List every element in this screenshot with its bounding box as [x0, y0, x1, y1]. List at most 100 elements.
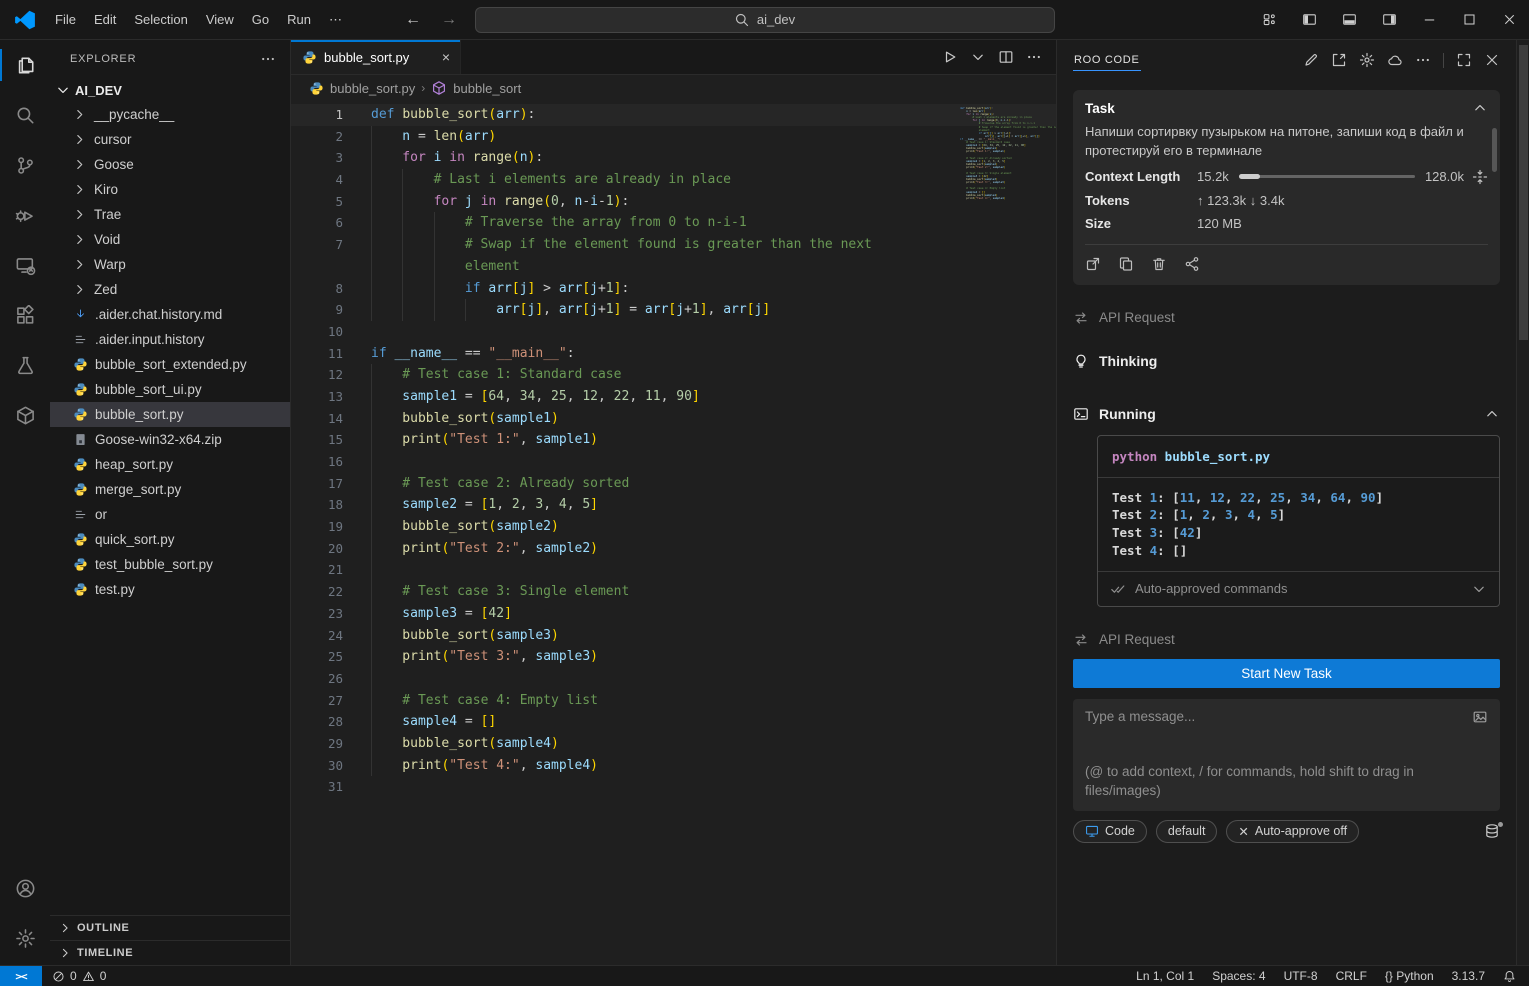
cloud-icon[interactable]	[1387, 52, 1403, 68]
activity-remote-explorer[interactable]	[0, 240, 50, 290]
minimize-icon[interactable]	[1409, 0, 1449, 39]
copy-icon[interactable]	[1118, 256, 1134, 272]
panel-scrollbar[interactable]	[1516, 40, 1529, 965]
forward-arrow-icon[interactable]: →	[441, 11, 457, 29]
bell-icon[interactable]	[1503, 970, 1516, 983]
tree-item-trae[interactable]: Trae	[50, 202, 290, 227]
tree-item-cursor[interactable]: cursor	[50, 127, 290, 152]
code-line[interactable]: 27# Test case 4: Empty list	[291, 690, 1056, 712]
code-line[interactable]: 16	[291, 451, 1056, 473]
attach-image-icon[interactable]	[1472, 709, 1488, 725]
menu-selection[interactable]: Selection	[125, 8, 196, 31]
code-line[interactable]: 29bubble_sort(sample4)	[291, 733, 1056, 755]
more-menu-icon[interactable]: ⋯	[320, 8, 351, 32]
maximize-icon[interactable]	[1449, 0, 1489, 39]
profile-selector[interactable]: default	[1156, 820, 1218, 843]
tree-item-heap-sort-py[interactable]: heap_sort.py	[50, 452, 290, 477]
editor-more-icon[interactable]	[1026, 49, 1042, 65]
chevron-down-icon[interactable]	[1471, 581, 1487, 597]
activity-settings[interactable]	[0, 913, 50, 963]
code-line[interactable]: 8if arr[j] > arr[j+1]:	[291, 278, 1056, 300]
code-line[interactable]: 9arr[j], arr[j+1] = arr[j+1], arr[j]	[291, 299, 1056, 321]
toggle-sidebar-icon[interactable]	[1289, 0, 1329, 39]
tree-item-warp[interactable]: Warp	[50, 252, 290, 277]
explorer-more-icon[interactable]	[260, 51, 276, 67]
collapse-task-icon[interactable]	[1472, 100, 1488, 116]
thinking-row[interactable]: Thinking	[1073, 353, 1500, 369]
sidebar-panel-timeline[interactable]: TIMELINE	[50, 940, 290, 965]
activity-run-debug[interactable]	[0, 190, 50, 240]
minimap[interactable]: def bubble_sort(arr): n = len(arr) for i…	[960, 107, 1040, 200]
status-item--python[interactable]: {} Python	[1385, 969, 1434, 983]
tree-item--aider-chat-history-md[interactable]: .aider.chat.history.md	[50, 302, 290, 327]
code-line[interactable]: 7# Swap if the element found is greater …	[291, 234, 1056, 256]
close-window-icon[interactable]	[1489, 0, 1529, 39]
menu-file[interactable]: File	[46, 8, 85, 31]
code-line[interactable]: 19bubble_sort(sample2)	[291, 516, 1056, 538]
more-icon[interactable]	[1415, 52, 1431, 68]
status-item-3-13-7[interactable]: 3.13.7	[1452, 969, 1485, 983]
tree-item-bubble-sort-py[interactable]: bubble_sort.py	[50, 402, 290, 427]
activity-extensions[interactable]	[0, 290, 50, 340]
start-new-task-button[interactable]: Start New Task	[1073, 659, 1500, 688]
message-input[interactable]: Type a message... (@ to add context, / f…	[1073, 699, 1500, 811]
status-item-ln-1-col-1[interactable]: Ln 1, Col 1	[1136, 969, 1194, 983]
code-line[interactable]: 17# Test case 2: Already sorted	[291, 473, 1056, 495]
close-icon[interactable]	[1484, 52, 1500, 68]
problems-indicator[interactable]: 0 0	[42, 969, 106, 983]
activity-accounts[interactable]	[0, 863, 50, 913]
condense-context-icon[interactable]	[1472, 169, 1488, 185]
tree-item-quick-sort-py[interactable]: quick_sort.py	[50, 527, 290, 552]
code-line[interactable]: 25print("Test 3:", sample3)	[291, 646, 1056, 668]
status-item-spaces-4[interactable]: Spaces: 4	[1212, 969, 1265, 983]
share-icon[interactable]	[1184, 256, 1200, 272]
code-line[interactable]: 26	[291, 668, 1056, 690]
activity-testing[interactable]	[0, 340, 50, 390]
code-line[interactable]: 10	[291, 321, 1056, 343]
menu-edit[interactable]: Edit	[85, 8, 125, 31]
remote-indicator[interactable]: ><	[0, 966, 42, 986]
code-line[interactable]: 31	[291, 776, 1056, 798]
code-line[interactable]: 30print("Test 4:", sample4)	[291, 755, 1056, 777]
breadcrumb-file[interactable]: bubble_sort.py	[330, 81, 415, 96]
menu-run[interactable]: Run	[278, 8, 320, 31]
activity-explorer[interactable]	[0, 40, 50, 90]
marketplace-icon[interactable]	[1331, 52, 1347, 68]
api-request-row-2[interactable]: API Request	[1073, 632, 1500, 648]
toggle-secondary-sidebar-icon[interactable]	[1369, 0, 1409, 39]
close-tab-icon[interactable]: ×	[442, 49, 450, 65]
customize-layout-icon[interactable]	[1249, 0, 1289, 39]
collapse-running-icon[interactable]	[1484, 406, 1500, 422]
tree-root-ai-dev[interactable]: AI_DEV	[50, 78, 290, 102]
tree-item-zed[interactable]: Zed	[50, 277, 290, 302]
run-button[interactable]	[942, 49, 958, 65]
mode-selector[interactable]: Code	[1073, 820, 1147, 843]
tree-item--pycache-[interactable]: __pycache__	[50, 102, 290, 127]
code-line[interactable]: 2n = len(arr)	[291, 126, 1056, 148]
auto-approved-row[interactable]: Auto-approved commands	[1098, 572, 1499, 606]
code-line[interactable]: 20print("Test 2:", sample2)	[291, 538, 1056, 560]
edit-icon[interactable]	[1303, 52, 1319, 68]
toggle-panel-icon[interactable]	[1329, 0, 1369, 39]
tree-item--aider-input-history[interactable]: .aider.input.history	[50, 327, 290, 352]
back-arrow-icon[interactable]: ←	[405, 11, 421, 29]
tree-item-merge-sort-py[interactable]: merge_sort.py	[50, 477, 290, 502]
code-line[interactable]: 12# Test case 1: Standard case	[291, 364, 1056, 386]
tree-item-or[interactable]: or	[50, 502, 290, 527]
code-line[interactable]: 11if __name__ == "__main__":	[291, 343, 1056, 365]
database-icon[interactable]	[1484, 823, 1500, 839]
tree-item-goose-win32-x64-zip[interactable]: Goose-win32-x64.zip	[50, 427, 290, 452]
sidebar-panel-outline[interactable]: OUTLINE	[50, 915, 290, 940]
activity-search[interactable]	[0, 90, 50, 140]
auto-approve-toggle[interactable]: ✕ Auto-approve off	[1226, 820, 1359, 843]
menu-view[interactable]: View	[197, 8, 243, 31]
tab-bubble-sort[interactable]: bubble_sort.py ×	[291, 40, 461, 74]
code-line[interactable]: element	[291, 256, 1056, 278]
code-line[interactable]: 4# Last i elements are already in place	[291, 169, 1056, 191]
run-dropdown-icon[interactable]	[970, 49, 986, 65]
tree-item-void[interactable]: Void	[50, 227, 290, 252]
code-line[interactable]: 5for j in range(0, n-i-1):	[291, 191, 1056, 213]
code-line[interactable]: 1def bubble_sort(arr):	[291, 104, 1056, 126]
tree-item-goose[interactable]: Goose	[50, 152, 290, 177]
command-center-search[interactable]: ai_dev	[475, 7, 1055, 33]
